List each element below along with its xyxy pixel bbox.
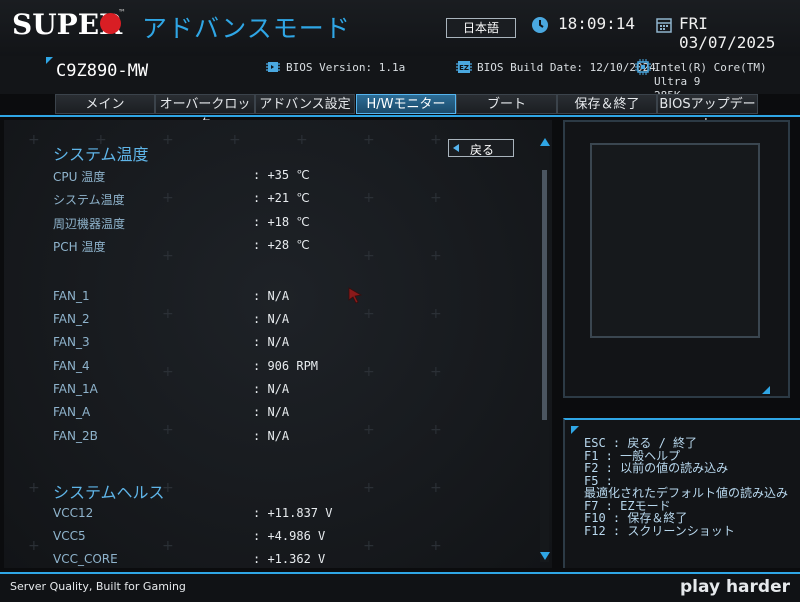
grid-plus: + (229, 132, 241, 148)
monitor-value-fan1a: : N/A (253, 382, 290, 396)
cpu-model-line1: Intel(R) Core(TM) Ultra 9 (654, 61, 767, 88)
monitor-label-fan2b: FAN_2B (53, 429, 98, 443)
preview-frame (590, 143, 760, 338)
scrollbar-thumb[interactable] (542, 170, 547, 420)
monitor-value-peripheral-temp: : +18 ℃ (253, 215, 310, 229)
board-model: C9Z890-MW (56, 61, 149, 81)
mode-title: アドバンスモード (142, 14, 351, 43)
hotkey-f12: F12 : スクリーンショット (584, 523, 735, 538)
bios-build-icon: EZ (456, 61, 472, 73)
monitor-value-vcc-core: : +1.362 V (253, 552, 326, 566)
monitor-value-pch-temp: : +28 ℃ (253, 238, 310, 252)
bios-version: BIOS Version: 1.1a (286, 61, 406, 74)
scroll-down-arrow-icon[interactable] (540, 552, 550, 560)
hotkey-f2: F2 : 以前の値の読み込み (584, 461, 729, 475)
grid-plus: + (430, 480, 442, 496)
hotkey-help-list: ESC : 戻る / 終了 F1 : 一般ヘルプ F2 : 以前の値の読み込み … (584, 437, 790, 537)
tab-bios-update[interactable]: BIOSアップデート (657, 94, 758, 132)
tab-boot[interactable]: ブート (456, 94, 557, 114)
grid-plus: + (162, 132, 174, 148)
tab-hw-monitor[interactable]: H/Wモニター (356, 94, 456, 114)
corner-accent (46, 57, 53, 64)
grid-plus: + (430, 132, 442, 148)
logo-trademark: ™ (118, 8, 126, 17)
monitor-label-cpu-temp: CPU 温度 (53, 170, 106, 184)
monitor-label-fan4: FAN_4 (53, 359, 90, 373)
section-title-temperature: システム温度 (53, 145, 149, 164)
grid-plus: + (430, 538, 442, 554)
grid-plus: + (296, 132, 308, 148)
corner-accent (762, 386, 770, 394)
monitor-value-system-temp: : +21 ℃ (253, 191, 310, 205)
grid-plus: + (363, 480, 375, 496)
grid-plus: + (162, 422, 174, 438)
grid-plus: + (363, 538, 375, 554)
monitor-value-fan1: : N/A (253, 289, 290, 303)
monitor-label-system-temp: システム温度 (53, 193, 125, 207)
grid-plus: + (28, 480, 40, 496)
mouse-pointer-icon (348, 287, 363, 304)
monitor-value-vcc12: : +11.837 V (253, 506, 333, 520)
tab-advanced[interactable]: アドバンス設定 (255, 94, 355, 114)
grid-plus: + (162, 538, 174, 554)
clock-time[interactable]: 18:09:14 (558, 14, 635, 33)
monitor-value-fana: : N/A (253, 405, 290, 419)
grid-plus: + (162, 364, 174, 380)
grid-plus: + (363, 190, 375, 206)
grid-plus: + (430, 422, 442, 438)
monitor-label-fan1a: FAN_1A (53, 382, 98, 396)
monitor-value-fan2: : N/A (253, 312, 290, 326)
hotkey-f5-description: 最適化されたデフォルト値の読み込み (584, 486, 789, 500)
grid-plus: + (162, 190, 174, 206)
tab-main[interactable]: メイン (55, 94, 155, 114)
back-arrow-icon (453, 144, 459, 152)
tab-underline (0, 115, 800, 117)
monitor-label-vcc12: VCC12 (53, 506, 94, 520)
monitor-value-fan3: : N/A (253, 335, 290, 349)
bios-build-date: BIOS Build Date: 12/10/2024 (477, 61, 656, 74)
back-button-label[interactable]: 戻る (470, 141, 494, 158)
monitor-label-fana: FAN_A (53, 405, 91, 419)
cpu-icon (635, 59, 651, 75)
grid-plus: + (363, 306, 375, 322)
grid-plus: + (28, 132, 40, 148)
monitor-label-fan1: FAN_1 (53, 289, 90, 303)
monitor-label-pch-temp: PCH 温度 (53, 240, 106, 254)
monitor-label-vcc-core: VCC_CORE (53, 552, 118, 566)
grid-plus: + (363, 364, 375, 380)
corner-accent (571, 426, 579, 434)
clock-icon (532, 17, 548, 33)
tab-overclock[interactable]: オーバークロック (155, 94, 255, 132)
grid-plus: + (430, 306, 442, 322)
monitor-value-vcc5: : +4.986 V (253, 529, 326, 543)
monitor-value-cpu-temp: : +35 ℃ (253, 168, 310, 182)
play-harder-logo: play harder (680, 577, 790, 597)
grid-plus: + (363, 132, 375, 148)
calendar-icon (656, 18, 672, 33)
grid-plus: + (430, 364, 442, 380)
footer-slogan: Server Quality, Built for Gaming (10, 580, 186, 593)
monitor-label-fan3: FAN_3 (53, 335, 90, 349)
grid-plus: + (162, 306, 174, 322)
grid-plus: + (363, 248, 375, 264)
language-button[interactable]: 日本語 (446, 18, 516, 38)
grid-plus: + (363, 422, 375, 438)
bios-chip-icon (266, 62, 280, 72)
grid-plus: + (28, 538, 40, 554)
monitor-value-fan2b: : N/A (253, 429, 290, 443)
hotkey-f10: F10 : 保存＆終了 (584, 511, 688, 525)
tab-save-exit[interactable]: 保存＆終了 (557, 94, 657, 114)
grid-plus: + (430, 190, 442, 206)
grid-plus: + (430, 248, 442, 264)
monitor-value-fan4: : 906 RPM (253, 359, 319, 373)
monitor-label-peripheral-temp: 周辺機器温度 (53, 217, 126, 231)
scroll-up-arrow-icon[interactable] (540, 138, 550, 146)
svg-text:EZ: EZ (459, 64, 469, 72)
clock-date[interactable]: FRI 03/07/2025 (679, 14, 800, 52)
monitor-label-fan2: FAN_2 (53, 312, 90, 326)
section-title-health: システムヘルス (53, 483, 165, 502)
grid-plus: + (162, 248, 174, 264)
monitor-label-vcc5: VCC5 (53, 529, 86, 543)
hotkey-esc: ESC : 戻る / 終了 (584, 436, 698, 450)
